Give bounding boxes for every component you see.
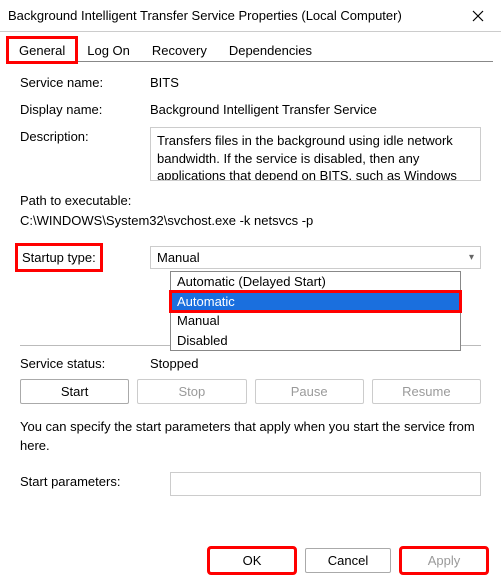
tab-content: Service name: BITS Display name: Backgro… [0,63,501,510]
chevron-down-icon: ▾ [469,252,474,263]
tab-general[interactable]: General [8,38,76,62]
apply-button: Apply [401,548,487,573]
path-value: C:\WINDOWS\System32\svchost.exe -k netsv… [20,211,481,231]
start-parameters-label: Start parameters: [20,472,170,489]
description-text[interactable]: Transfers files in the background using … [150,127,481,181]
option-disabled[interactable]: Disabled [171,331,460,351]
start-params-note: You can specify the start parameters tha… [20,418,481,456]
startup-type-dropdown[interactable]: Automatic (Delayed Start) Automatic Manu… [170,271,461,351]
cancel-button[interactable]: Cancel [305,548,391,573]
description-label: Description: [20,127,150,144]
ok-button[interactable]: OK [209,548,295,573]
service-name-label: Service name: [20,73,150,90]
path-label: Path to executable: [20,191,481,211]
service-status-label: Service status: [20,354,150,371]
pause-button: Pause [255,379,364,404]
display-name-value: Background Intelligent Transfer Service [150,100,481,117]
path-section: Path to executable: C:\WINDOWS\System32\… [20,191,481,230]
option-automatic[interactable]: Automatic [171,292,460,312]
option-automatic-delayed[interactable]: Automatic (Delayed Start) [171,272,460,292]
dialog-footer: OK Cancel Apply [209,548,487,573]
resume-button: Resume [372,379,481,404]
window-title: Background Intelligent Transfer Service … [8,8,455,23]
startup-type-label: Startup type: [20,246,150,267]
titlebar: Background Intelligent Transfer Service … [0,0,501,32]
startup-type-select[interactable]: Manual ▾ [150,246,481,269]
tab-recovery[interactable]: Recovery [141,38,218,62]
option-manual[interactable]: Manual [171,311,460,331]
control-buttons: Start Stop Pause Resume [20,379,481,404]
close-icon [472,10,484,22]
tab-logon[interactable]: Log On [76,38,141,62]
tab-strip: General Log On Recovery Dependencies [0,32,501,62]
stop-button: Stop [137,379,246,404]
startup-type-selected: Manual [157,250,200,265]
start-button[interactable]: Start [20,379,129,404]
tab-dependencies[interactable]: Dependencies [218,38,323,62]
display-name-label: Display name: [20,100,150,117]
close-button[interactable] [455,0,501,32]
service-status-value: Stopped [150,354,481,371]
start-parameters-input[interactable] [170,472,481,496]
service-name-value: BITS [150,73,481,90]
